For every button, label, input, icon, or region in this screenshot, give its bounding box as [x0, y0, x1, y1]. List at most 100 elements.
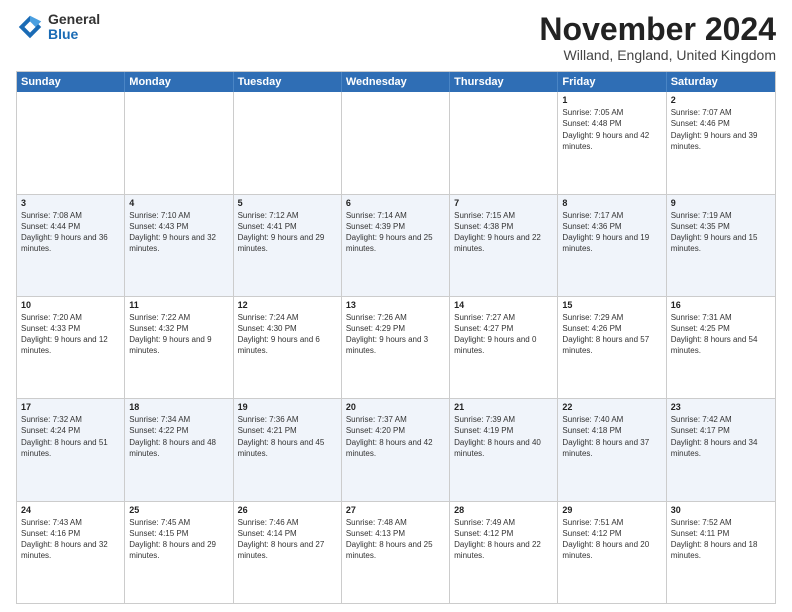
day-info: Sunrise: 7:27 AM Sunset: 4:27 PM Dayligh… [454, 312, 553, 357]
calendar: SundayMondayTuesdayWednesdayThursdayFrid… [16, 71, 776, 604]
day-number: 29 [562, 505, 661, 515]
day-number: 3 [21, 198, 120, 208]
calendar-week-1: 1 Sunrise: 7:05 AM Sunset: 4:48 PM Daylig… [17, 92, 775, 193]
day-info: Sunrise: 7:40 AM Sunset: 4:18 PM Dayligh… [562, 414, 661, 459]
day-cell-5: 5Sunrise: 7:12 AM Sunset: 4:41 PM Daylig… [234, 195, 342, 296]
day-cell-4: 4 Sunrise: 7:10 AM Sunset: 4:43 PM Daylig… [125, 195, 233, 296]
day-cell-30: 30 Sunrise: 7:52 AM Sunset: 4:11 PM Dayli… [667, 502, 775, 603]
day-info: Sunrise: 7:48 AM Sunset: 4:13 PM Dayligh… [346, 517, 445, 562]
day-info: Sunrise: 7:52 AM Sunset: 4:11 PM Dayligh… [671, 517, 771, 562]
calendar-week-2: 3 Sunrise: 7:08 AM Sunset: 4:44 PM Daylig… [17, 194, 775, 296]
day-cell-14: 14 Sunrise: 7:27 AM Sunset: 4:27 PM Dayli… [450, 297, 558, 398]
day-number: 24 [21, 505, 120, 515]
day-info: Sunrise: 7:32 AM Sunset: 4:24 PM Dayligh… [21, 414, 120, 459]
day-info: Sunrise: 7:10 AM Sunset: 4:43 PM Dayligh… [129, 210, 228, 255]
day-number: 30 [671, 505, 771, 515]
day-info: Sunrise: 7:46 AM Sunset: 4:14 PM Dayligh… [238, 517, 337, 562]
day-info: Sunrise: 7:20 AM Sunset: 4:33 PM Dayligh… [21, 312, 120, 357]
calendar-week-5: 24 Sunrise: 7:43 AM Sunset: 4:16 PM Dayli… [17, 501, 775, 603]
location: Willand, England, United Kingdom [539, 47, 776, 63]
empty-cell [450, 92, 558, 193]
calendar-week-4: 17 Sunrise: 7:32 AM Sunset: 4:24 PM Dayli… [17, 398, 775, 500]
day-number: 27 [346, 505, 445, 515]
day-info: Sunrise: 7:05 AM Sunset: 4:48 PM Dayligh… [562, 107, 661, 152]
day-number: 28 [454, 505, 553, 515]
day-number: 17 [21, 402, 120, 412]
logo-icon [16, 13, 44, 41]
day-cell-16: 16Sunrise: 7:31 AM Sunset: 4:25 PM Dayli… [667, 297, 775, 398]
day-number: 15 [562, 300, 661, 310]
day-cell-8: 8Sunrise: 7:17 AM Sunset: 4:36 PM Daylig… [558, 195, 666, 296]
weekday-header-saturday: Saturday [667, 72, 775, 92]
day-number: 26 [238, 505, 337, 515]
day-cell-18: 18 Sunrise: 7:34 AM Sunset: 4:22 PM Dayli… [125, 399, 233, 500]
logo-general-text: General [48, 12, 100, 27]
day-info: Sunrise: 7:49 AM Sunset: 4:12 PM Dayligh… [454, 517, 553, 562]
weekday-header-monday: Monday [125, 72, 233, 92]
day-info: Sunrise: 7:07 AM Sunset: 4:46 PM Dayligh… [671, 107, 771, 152]
day-cell-1: 1 Sunrise: 7:05 AM Sunset: 4:48 PM Daylig… [558, 92, 666, 193]
day-cell-23: 23 Sunrise: 7:42 AM Sunset: 4:17 PM Dayli… [667, 399, 775, 500]
day-cell-24: 24 Sunrise: 7:43 AM Sunset: 4:16 PM Dayli… [17, 502, 125, 603]
day-number: 7 [454, 198, 553, 208]
day-cell-22: 22 Sunrise: 7:40 AM Sunset: 4:18 PM Dayli… [558, 399, 666, 500]
day-info: Sunrise: 7:43 AM Sunset: 4:16 PM Dayligh… [21, 517, 120, 562]
day-cell-3: 3 Sunrise: 7:08 AM Sunset: 4:44 PM Daylig… [17, 195, 125, 296]
day-number: 1 [562, 95, 661, 105]
day-info: Sunrise: 7:08 AM Sunset: 4:44 PM Dayligh… [21, 210, 120, 255]
logo-blue-text: Blue [48, 27, 100, 42]
day-cell-20: 20 Sunrise: 7:37 AM Sunset: 4:20 PM Dayli… [342, 399, 450, 500]
day-cell-6: 6 Sunrise: 7:14 AM Sunset: 4:39 PM Daylig… [342, 195, 450, 296]
day-cell-27: 27 Sunrise: 7:48 AM Sunset: 4:13 PM Dayli… [342, 502, 450, 603]
weekday-header-sunday: Sunday [17, 72, 125, 92]
day-info: Sunrise: 7:51 AM Sunset: 4:12 PM Dayligh… [562, 517, 661, 562]
day-number: 10 [21, 300, 120, 310]
day-number: 21 [454, 402, 553, 412]
empty-cell [234, 92, 342, 193]
weekday-header-friday: Friday [558, 72, 666, 92]
day-number: 18 [129, 402, 228, 412]
day-number: 16 [671, 300, 771, 310]
day-number: 23 [671, 402, 771, 412]
page: General Blue November 2024 Willand, Engl… [0, 0, 792, 612]
weekday-header-wednesday: Wednesday [342, 72, 450, 92]
day-number: 5 [238, 198, 337, 208]
day-number: 20 [346, 402, 445, 412]
day-number: 4 [129, 198, 228, 208]
day-info: Sunrise: 7:42 AM Sunset: 4:17 PM Dayligh… [671, 414, 771, 459]
day-number: 11 [129, 300, 228, 310]
calendar-week-3: 10 Sunrise: 7:20 AM Sunset: 4:33 PM Dayli… [17, 296, 775, 398]
day-info: Sunrise: 7:19 AM Sunset: 4:35 PM Dayligh… [671, 210, 771, 255]
day-info: Sunrise: 7:29 AM Sunset: 4:26 PM Dayligh… [562, 312, 661, 357]
day-number: 19 [238, 402, 337, 412]
logo: General Blue [16, 12, 100, 43]
day-cell-29: 29 Sunrise: 7:51 AM Sunset: 4:12 PM Dayli… [558, 502, 666, 603]
day-number: 14 [454, 300, 553, 310]
day-number: 6 [346, 198, 445, 208]
day-cell-17: 17 Sunrise: 7:32 AM Sunset: 4:24 PM Dayli… [17, 399, 125, 500]
day-info: Sunrise: 7:17 AM Sunset: 4:36 PM Dayligh… [562, 210, 661, 255]
day-cell-25: 25Sunrise: 7:45 AM Sunset: 4:15 PM Dayli… [125, 502, 233, 603]
day-cell-15: 15 Sunrise: 7:29 AM Sunset: 4:26 PM Dayli… [558, 297, 666, 398]
day-info: Sunrise: 7:22 AM Sunset: 4:32 PM Dayligh… [129, 312, 228, 357]
empty-cell [17, 92, 125, 193]
day-info: Sunrise: 7:15 AM Sunset: 4:38 PM Dayligh… [454, 210, 553, 255]
day-number: 2 [671, 95, 771, 105]
day-number: 12 [238, 300, 337, 310]
empty-cell [342, 92, 450, 193]
day-cell-13: 13Sunrise: 7:26 AM Sunset: 4:29 PM Dayli… [342, 297, 450, 398]
day-info: Sunrise: 7:34 AM Sunset: 4:22 PM Dayligh… [129, 414, 228, 459]
header: General Blue November 2024 Willand, Engl… [16, 12, 776, 63]
weekday-header-tuesday: Tuesday [234, 72, 342, 92]
day-info: Sunrise: 7:36 AM Sunset: 4:21 PM Dayligh… [238, 414, 337, 459]
day-cell-10: 10 Sunrise: 7:20 AM Sunset: 4:33 PM Dayli… [17, 297, 125, 398]
day-info: Sunrise: 7:24 AM Sunset: 4:30 PM Dayligh… [238, 312, 337, 357]
day-cell-2: 2 Sunrise: 7:07 AM Sunset: 4:46 PM Daylig… [667, 92, 775, 193]
day-info: Sunrise: 7:37 AM Sunset: 4:20 PM Dayligh… [346, 414, 445, 459]
empty-cell [125, 92, 233, 193]
day-number: 22 [562, 402, 661, 412]
day-info: Sunrise: 7:14 AM Sunset: 4:39 PM Dayligh… [346, 210, 445, 255]
day-cell-28: 28 Sunrise: 7:49 AM Sunset: 4:12 PM Dayli… [450, 502, 558, 603]
day-cell-21: 21 Sunrise: 7:39 AM Sunset: 4:19 PM Dayli… [450, 399, 558, 500]
day-info: Sunrise: 7:39 AM Sunset: 4:19 PM Dayligh… [454, 414, 553, 459]
